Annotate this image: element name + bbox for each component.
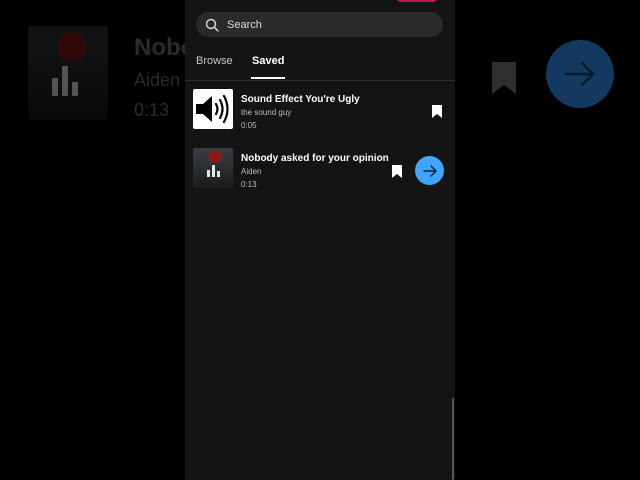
bookmark-icon: [492, 62, 516, 94]
background-duration: 0:13: [134, 100, 170, 120]
scrollbar[interactable]: [452, 398, 454, 480]
bookmark-icon[interactable]: [432, 105, 442, 118]
equalizer-icon: [52, 66, 78, 96]
list-item[interactable]: Nobody asked for your opinion Aiden 0:13: [185, 148, 455, 192]
background-go-button: [546, 40, 614, 108]
sound-artist: Aiden: [241, 167, 262, 176]
background-thumbnail: [28, 26, 108, 120]
tab-browse[interactable]: Browse: [196, 55, 233, 67]
sound-title: Nobody asked for your opinion: [241, 153, 389, 164]
tab-bar: Browse Saved: [185, 52, 455, 81]
use-sound-button[interactable]: [415, 156, 444, 185]
tab-saved[interactable]: Saved: [252, 55, 284, 67]
list-item[interactable]: Sound Effect You're Ugly the sound guy 0…: [185, 89, 455, 133]
sound-picker-panel: Browse Saved Sound Effect You're Ugly th…: [185, 0, 455, 480]
sound-title: Sound Effect You're Ugly: [241, 94, 360, 105]
search-icon: [205, 18, 219, 32]
equalizer-icon: [207, 165, 220, 177]
sound-thumbnail: [193, 89, 233, 129]
sound-thumbnail: [193, 148, 233, 188]
sound-artist: the sound guy: [241, 108, 292, 117]
arrow-right-icon: [422, 164, 437, 177]
background-artist: Aiden: [134, 70, 181, 90]
search-input[interactable]: [225, 17, 429, 32]
sound-duration: 0:05: [241, 121, 257, 130]
search-bar[interactable]: [196, 12, 443, 37]
bookmark-icon[interactable]: [392, 165, 402, 178]
speaker-icon: [196, 94, 229, 124]
arrow-right-icon: [564, 61, 595, 87]
active-tab-indicator: [251, 77, 285, 79]
top-accent-bar: [397, 0, 437, 2]
sound-duration: 0:13: [241, 180, 257, 189]
